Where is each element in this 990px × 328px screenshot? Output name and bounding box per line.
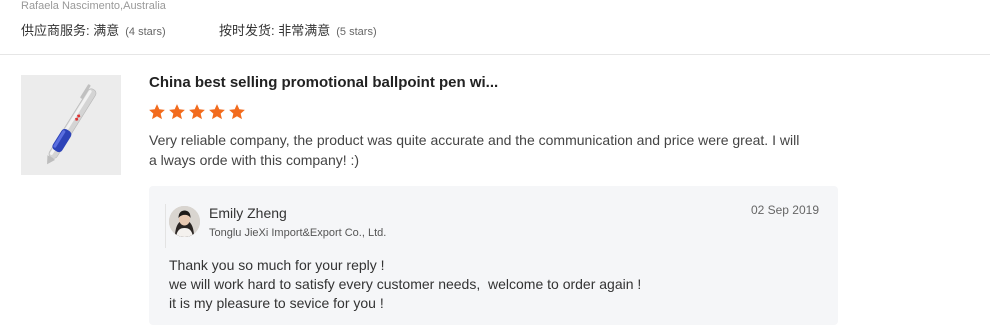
avatar	[169, 206, 200, 237]
supplier-service-rating: 供应商服务: 满意 (4 stars)	[21, 23, 166, 40]
rating-value: 满意	[93, 23, 120, 38]
star-icon	[149, 104, 165, 120]
review-text: Very reliable company, the product was q…	[149, 132, 800, 168]
reply-line: Thank you so much for your reply !	[169, 257, 385, 273]
product-thumbnail[interactable]: ◆◆	[21, 75, 121, 175]
star-icon	[189, 104, 205, 120]
star-icon	[169, 104, 185, 120]
reply-line: it is my pleasure to sevice for you !	[169, 295, 384, 311]
rating-value: 非常满意	[278, 23, 331, 38]
replier-company: Tonglu JieXi Import&Export Co., Ltd.	[209, 227, 387, 239]
rating-label: 按时发货:	[219, 23, 275, 38]
supplier-reply-box: Emily Zheng Tonglu JieXi Import&Export C…	[149, 186, 838, 325]
rating-stars-note: (4 stars)	[125, 26, 166, 38]
rating-label: 供应商服务:	[21, 23, 90, 38]
replier-name: Emily Zheng	[209, 205, 287, 221]
product-title-link[interactable]: China best selling promotional ballpoint…	[149, 74, 498, 92]
reply-message: Thank you so much for your reply ! we wi…	[169, 256, 641, 313]
review-star-rating	[148, 103, 246, 121]
avatar-person-icon	[169, 206, 200, 237]
reviewer-name-location: Rafaela Nascimento,Australia	[21, 0, 166, 12]
star-icon	[229, 104, 245, 120]
reply-date: 02 Sep 2019	[750, 203, 819, 217]
reply-line: we will work hard to satisfy every custo…	[169, 276, 642, 292]
rating-stars-note: (5 stars)	[336, 26, 377, 38]
pen-image-icon: ◆◆	[21, 75, 121, 175]
on-time-shipping-rating: 按时发货: 非常满意 (5 stars)	[219, 23, 377, 40]
review-divider	[0, 54, 990, 55]
star-icon	[209, 104, 225, 120]
reply-separator	[165, 204, 166, 248]
